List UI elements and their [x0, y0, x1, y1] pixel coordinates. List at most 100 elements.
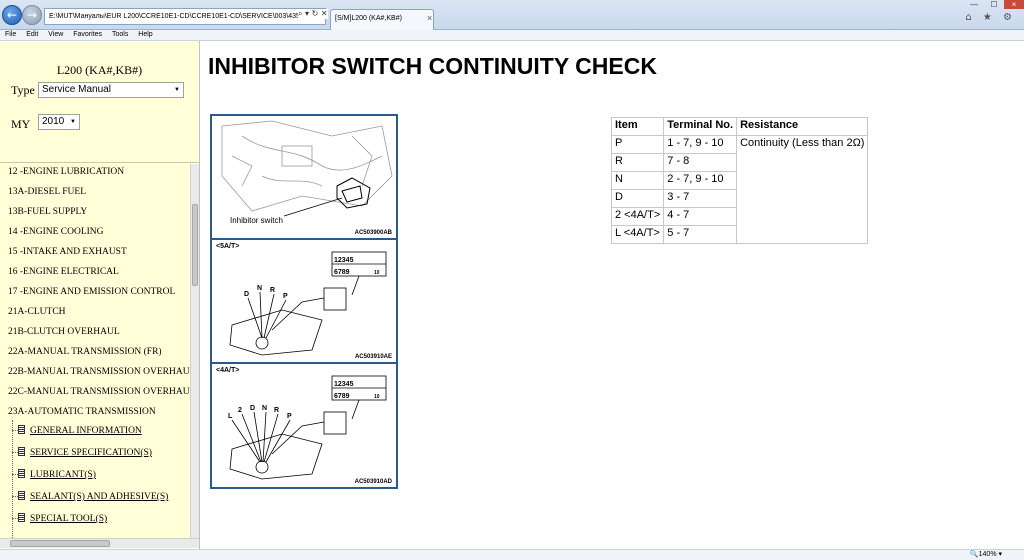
connector-pin-ten: 10 — [374, 270, 380, 276]
connector-pins-top: 12345 — [334, 257, 354, 264]
terminal-cell: 4 - 7 — [663, 207, 738, 226]
forward-arrow-icon: → — [26, 8, 38, 22]
browser-toolbar: ← → E:\MUT\Мануалы\EUR L200\CCRE10E1-CD\… — [0, 0, 1024, 30]
item-cell: L <4A/T> — [610, 225, 665, 244]
sidebar-item-mt-overhaul-c[interactable]: 22C-MANUAL TRANSMISSION OVERHAUL — [8, 387, 190, 397]
figure-label: <5A/T> — [216, 243, 240, 250]
continuity-spec-table: Item Terminal No. Resistance P 1 - 7, 9 … — [610, 117, 869, 244]
sidebar-item-emission-control[interactable]: 17 -ENGINE AND EMISSION CONTROL — [8, 287, 175, 297]
model-year-value: 2010 — [42, 116, 65, 127]
position-label-p: P — [283, 293, 288, 300]
document-icon — [18, 469, 25, 478]
subitem-lubricants[interactable]: LUBRICANT(S) — [18, 469, 96, 480]
resistance-cell: Continuity (Less than 2Ω) — [736, 135, 869, 244]
table-row: P 1 - 7, 9 - 10 Continuity (Less than 2Ω… — [610, 135, 869, 244]
sidebar-item-diesel-fuel[interactable]: 13A-DIESEL FUEL — [8, 187, 86, 197]
address-tools-icons[interactable]: ⌕ ▾ ↻ ✕ — [298, 9, 328, 19]
subitem-sealants-adhesives[interactable]: SEALANT(S) AND ADHESIVE(S) — [18, 491, 168, 502]
sidebar-item-manual-transmission-fr[interactable]: 22A-MANUAL TRANSMISSION (FR) — [8, 347, 162, 357]
terminal-cell: 1 - 7, 9 - 10 — [663, 135, 738, 154]
sidebar-item-engine-lubrication[interactable]: 12 -ENGINE LUBRICATION — [8, 167, 124, 177]
status-bar: 🔍140% ▾ — [0, 549, 1024, 560]
subitem-special-tools[interactable]: SPECIAL TOOL(S) — [18, 513, 107, 524]
menu-edit[interactable]: Edit — [26, 30, 38, 40]
sidebar-vertical-scrollbar[interactable] — [190, 164, 199, 538]
sidebar-item-mt-overhaul-b[interactable]: 22B-MANUAL TRANSMISSION OVERHAUL — [8, 367, 190, 377]
column-header-terminal: Terminal No. — [663, 117, 738, 136]
position-label-r: R — [274, 407, 279, 414]
position-label-r: R — [270, 287, 275, 294]
toolbar-icons[interactable]: ⌂ ★ ⚙ — [965, 12, 1016, 23]
item-cell: N — [610, 171, 665, 190]
type-select-value: Service Manual — [42, 84, 111, 95]
zoom-control[interactable]: 🔍140% ▾ — [970, 550, 1002, 560]
maximize-button[interactable]: ☐ — [984, 0, 1004, 9]
tree-line — [12, 420, 13, 538]
model-year-select[interactable]: 2010 ▼ — [38, 114, 80, 130]
scrollbar-thumb[interactable] — [192, 204, 198, 286]
position-label-n: N — [257, 285, 262, 292]
close-window-button[interactable]: × — [1004, 0, 1024, 9]
position-label-l: L — [228, 413, 233, 420]
subitem-service-specification[interactable]: SERVICE SPECIFICATION(S) — [18, 447, 152, 458]
menu-help[interactable]: Help — [138, 30, 152, 40]
item-cell: P — [610, 135, 665, 154]
figure-location-panel: Inhibitor switch AC503900AB — [212, 116, 396, 240]
menu-view[interactable]: View — [48, 30, 63, 40]
forward-button[interactable]: → — [22, 5, 42, 25]
figure-code: AC503910AE — [354, 354, 392, 360]
sidebar-header: L200 (KA#,KB#) Type Service Manual ▼ MY 2… — [0, 41, 199, 163]
document-icon — [18, 447, 25, 456]
chapter-list: 12 -ENGINE LUBRICATION 13A-DIESEL FUEL 1… — [0, 164, 190, 538]
connector-pin-ten: 10 — [374, 394, 380, 400]
sidebar-item-engine-electrical[interactable]: 16 -ENGINE ELECTRICAL — [8, 267, 119, 277]
document-icon — [18, 491, 25, 500]
sidebar-item-engine-cooling[interactable]: 14 -ENGINE COOLING — [8, 227, 104, 237]
connector-pins-bottom: 6789 — [334, 393, 350, 400]
item-cell: R — [610, 153, 665, 172]
connector-pins-top: 12345 — [334, 381, 354, 388]
sidebar: L200 (KA#,KB#) Type Service Manual ▼ MY 2… — [0, 41, 200, 549]
position-label-2: 2 — [238, 407, 242, 414]
my-label: MY — [11, 117, 31, 131]
sidebar-item-fuel-supply[interactable]: 13B-FUEL SUPPLY — [8, 207, 87, 217]
scrollbar-thumb[interactable] — [10, 540, 110, 547]
item-cell: D — [610, 189, 665, 208]
terminal-cell: 5 - 7 — [663, 225, 738, 244]
address-bar[interactable]: E:\MUT\Мануалы\EUR L200\CCRE10E1-CD\CCRE… — [44, 8, 326, 25]
switch-5at-drawing: 12345 6789 10 D N R P — [229, 251, 387, 356]
menu-file[interactable]: File — [5, 30, 16, 40]
position-label-p: P — [287, 413, 292, 420]
chevron-down-icon: ▼ — [70, 119, 76, 125]
connector-pins-bottom: 6789 — [334, 269, 350, 276]
subitem-general-information[interactable]: GENERAL INFORMATION — [18, 425, 142, 436]
figure-label: <4A/T> — [216, 367, 240, 374]
back-button[interactable]: ← — [2, 5, 22, 25]
menu-bar: File Edit View Favorites Tools Help — [0, 30, 1024, 41]
minimize-button[interactable]: — — [964, 0, 984, 9]
sidebar-item-clutch[interactable]: 21A-CLUTCH — [8, 307, 66, 317]
type-label: Type — [11, 83, 35, 97]
document-icon — [18, 513, 25, 522]
column-header-resistance: Resistance — [736, 117, 869, 136]
model-title: L200 (KA#,KB#) — [56, 63, 143, 77]
tab-service-manual[interactable]: [S/M]L200 (KA#,KB#) — [330, 9, 434, 30]
document-icon — [18, 425, 25, 434]
inhibitor-switch-callout: Inhibitor switch — [230, 216, 283, 225]
tab-close-icon[interactable]: × — [427, 13, 432, 23]
sidebar-item-intake-exhaust[interactable]: 15 -INTAKE AND EXHAUST — [8, 247, 127, 257]
sidebar-item-automatic-transmission[interactable]: 23A-AUTOMATIC TRANSMISSION — [8, 407, 156, 417]
chevron-down-icon: ▼ — [174, 87, 180, 93]
sidebar-item-clutch-overhaul[interactable]: 21B-CLUTCH OVERHAUL — [8, 327, 120, 337]
figure-code: AC503910AD — [354, 479, 392, 485]
item-cell: 2 <4A/T> — [610, 207, 665, 226]
position-label-d: D — [250, 405, 255, 412]
sidebar-horizontal-scrollbar[interactable] — [0, 538, 199, 548]
position-label-n: N — [262, 405, 267, 412]
terminal-cell: 3 - 7 — [663, 189, 738, 208]
menu-favorites[interactable]: Favorites — [73, 30, 102, 40]
figure-4at-panel: <4A/T> 12345 6789 10 L 2 D N R P AC50391… — [212, 364, 396, 487]
menu-tools[interactable]: Tools — [112, 30, 128, 40]
type-select[interactable]: Service Manual ▼ — [38, 82, 184, 98]
back-arrow-icon: ← — [6, 8, 18, 22]
